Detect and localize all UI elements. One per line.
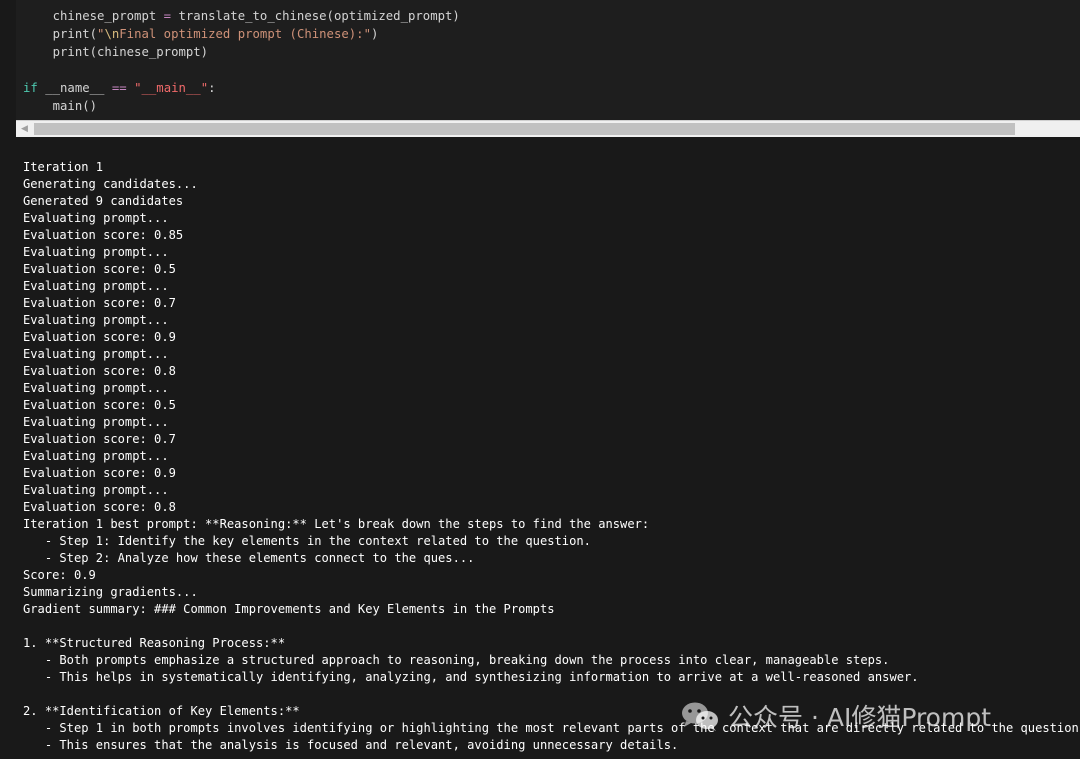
output-line: - Step 2: Analyze how these elements con…	[23, 551, 475, 565]
output-line: Evaluation score: 0.85	[23, 228, 184, 242]
code-string: Final optimized prompt (Chinese):	[119, 27, 364, 41]
output-line: - Step 1: Identify the key elements in t…	[23, 534, 591, 548]
code-text: __name__	[37, 81, 112, 95]
code-operator: ==	[111, 81, 127, 95]
output-line: Evaluation score: 0.8	[23, 364, 176, 378]
code-line: if __name__ == "__main__":	[23, 79, 216, 97]
output-line: Evaluation score: 0.7	[23, 432, 176, 446]
output-line: Evaluating prompt...	[23, 245, 169, 259]
scroll-left-arrow-icon[interactable]: ◀	[16, 121, 33, 137]
wechat-icon	[682, 702, 718, 731]
output-line: Generating candidates...	[23, 177, 198, 191]
output-line: Gradient summary: ### Common Improvement…	[23, 602, 555, 616]
code-text: chinese_prompt	[23, 9, 164, 23]
output-line: Evaluating prompt...	[23, 449, 169, 463]
code-text: :	[208, 81, 216, 95]
output-line: Evaluation score: 0.7	[23, 296, 176, 310]
code-line: main()	[23, 99, 98, 113]
code-operator: =	[163, 9, 172, 23]
output-line: - This ensures that the analysis is focu…	[23, 738, 679, 752]
output-line: Iteration 1	[23, 160, 104, 174]
code-escape: \n	[104, 27, 120, 41]
output-line: - This helps in systematically identifyi…	[23, 670, 919, 684]
code-text: )	[370, 27, 379, 41]
code-string: "	[363, 27, 371, 41]
output-line: Evaluation score: 0.5	[23, 398, 176, 412]
output-line: Evaluating prompt...	[23, 211, 169, 225]
scrollbar-thumb[interactable]	[34, 123, 1015, 135]
watermark-text: 公众号 · AI修猫Prompt	[728, 703, 992, 732]
output-line: Iteration 1 best prompt: **Reasoning:** …	[23, 517, 650, 531]
notebook-view: chinese_prompt = translate_to_chinese(op…	[0, 0, 1080, 759]
output-line: Evaluation score: 0.8	[23, 500, 176, 514]
output-line: Score: 0.9	[23, 568, 96, 582]
horizontal-scrollbar[interactable]: ◀	[16, 120, 1080, 137]
output-line: Evaluation score: 0.9	[23, 466, 176, 480]
cell-output: Iteration 1 Generating candidates... Gener…	[23, 159, 1080, 754]
code-cell[interactable]: chinese_prompt = translate_to_chinese(op…	[16, 0, 1080, 120]
output-line	[23, 618, 1073, 635]
output-line: Evaluating prompt...	[23, 483, 169, 497]
output-line: Evaluating prompt...	[23, 313, 169, 327]
output-line: Evaluating prompt...	[23, 347, 169, 361]
output-line: Evaluating prompt...	[23, 279, 169, 293]
output-line: Evaluating prompt...	[23, 381, 169, 395]
code-text: print(	[23, 27, 98, 41]
output-line: - Both prompts emphasize a structured ap…	[23, 653, 890, 667]
code-line: print( " \nFinal optimized prompt (Chinese…	[23, 25, 379, 43]
output-line: Evaluating prompt...	[23, 415, 169, 429]
output-line: Evaluation score: 0.5	[23, 262, 176, 276]
code-line: print(chinese_prompt)	[23, 45, 209, 59]
code-keyword: if	[23, 81, 38, 95]
code-line: chinese_prompt = translate_to_chinese(op…	[23, 7, 460, 25]
output-line: 1. **Structured Reasoning Process:**	[23, 636, 286, 650]
code-string: "__main__"	[134, 81, 209, 95]
output-line: Generated 9 candidates	[23, 194, 184, 208]
watermark: 公众号 · AI修猫Prompt	[680, 698, 991, 734]
output-line: Evaluation score: 0.9	[23, 330, 176, 344]
code-text: translate_to_chinese(optimized_prompt)	[171, 9, 460, 23]
output-line: Summarizing gradients...	[23, 585, 198, 599]
